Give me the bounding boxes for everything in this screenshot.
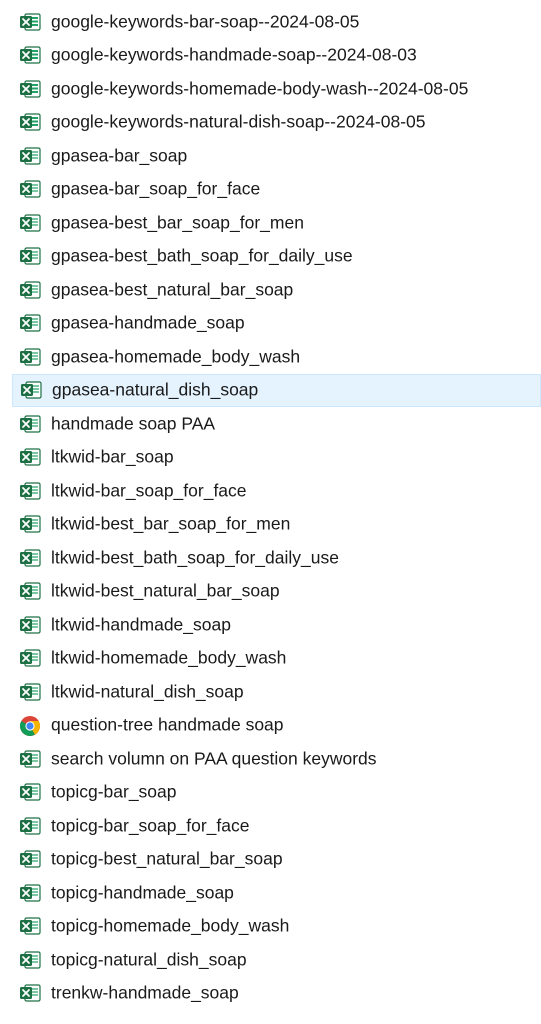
file-list-item[interactable]: ltkwid-bar_soap_for_face [12, 474, 541, 507]
excel-file-icon [19, 213, 41, 233]
file-name-label: trenkw-handmade_soap [51, 982, 239, 1003]
file-name-label: gpasea-natural_dish_soap [52, 379, 259, 400]
file-list-item[interactable]: topicg-bar_soap [12, 776, 541, 809]
file-name-label: gpasea-bar_soap [51, 145, 188, 165]
excel-file-icon [19, 313, 41, 333]
file-list-item[interactable]: gpasea-homemade_body_wash [12, 340, 541, 373]
excel-file-icon [19, 514, 41, 534]
file-name-label: topicg-bar_soap [51, 781, 177, 802]
file-name-label: gpasea-handmade_soap [51, 312, 245, 333]
excel-file-icon [19, 883, 41, 903]
file-list-item[interactable]: topicg-best_natural_bar_soap [12, 843, 541, 876]
excel-file-icon [19, 682, 41, 702]
excel-file-icon [19, 246, 41, 266]
file-list-item[interactable]: google-keywords-homemade-body-wash--2024… [12, 72, 541, 105]
file-name-label: topicg-best_natural_bar_soap [51, 848, 283, 869]
file-list-item[interactable]: ltkwid-natural_dish_soap [12, 675, 541, 708]
excel-file-icon [19, 816, 41, 836]
file-list-item[interactable]: trenkw-handmade_soap [12, 977, 541, 1010]
excel-file-icon [19, 280, 41, 300]
file-name-label: ltkwid-handmade_soap [51, 614, 231, 634]
file-list-item[interactable]: ltkwid-best_natural_bar_soap [12, 575, 541, 608]
file-list-item[interactable]: google-keywords-natural-dish-soap--2024-… [12, 106, 541, 139]
file-list-item[interactable]: ltkwid-bar_soap [12, 441, 541, 474]
file-list-item[interactable]: ltkwid-handmade_soap [12, 608, 541, 641]
file-list-item[interactable]: search volumn on PAA question keywords [12, 742, 541, 775]
file-list-item[interactable]: gpasea-handmade_soap [12, 307, 541, 340]
file-name-label: handmade soap PAA [51, 413, 216, 433]
excel-file-icon [19, 983, 41, 1003]
file-list: google-keywords-bar-soap--2024-08-05 goo… [0, 0, 541, 1024]
excel-file-icon [19, 782, 41, 802]
file-list-item[interactable]: google-keywords-handmade-soap--2024-08-0… [12, 39, 541, 72]
excel-csv-file-icon [19, 79, 41, 99]
file-name-label: ltkwid-best_bar_soap_for_men [51, 513, 291, 534]
excel-file-icon [19, 950, 41, 970]
excel-file-icon [19, 146, 41, 166]
file-list-item[interactable]: topicg-bar_soap_for_face [12, 809, 541, 842]
file-name-label: ltkwid-homemade_body_wash [51, 647, 287, 668]
file-list-item[interactable]: ltkwid-best_bar_soap_for_men [12, 508, 541, 541]
file-name-label: gpasea-homemade_body_wash [51, 346, 301, 366]
file-list-item[interactable]: gpasea-natural_dish_soap [12, 373, 541, 407]
file-list-item[interactable]: ltkwid-homemade_body_wash [12, 642, 541, 675]
excel-file-icon [19, 414, 41, 434]
excel-file-icon [19, 648, 41, 668]
file-name-label: google-keywords-natural-dish-soap--2024-… [51, 111, 426, 132]
file-name-label: google-keywords-handmade-soap--2024-08-0… [51, 44, 417, 65]
file-name-label: gpasea-best_bath_soap_for_daily_use [51, 245, 353, 266]
file-name-label: gpasea-best_bar_soap_for_men [51, 212, 304, 232]
file-name-label: google-keywords-homemade-body-wash--2024… [51, 78, 469, 98]
excel-csv-file-icon [19, 45, 41, 65]
excel-file-icon [19, 179, 41, 199]
file-list-item[interactable]: gpasea-bar_soap_for_face [12, 173, 541, 206]
file-name-label: topicg-bar_soap_for_face [51, 815, 250, 835]
file-name-label: gpasea-bar_soap_for_face [51, 178, 261, 199]
file-name-label: topicg-natural_dish_soap [51, 949, 247, 969]
file-list-item[interactable]: topicg-natural_dish_soap [12, 943, 541, 976]
file-name-label: ltkwid-bar_soap_for_face [51, 480, 247, 500]
excel-file-icon [19, 916, 41, 936]
excel-csv-file-icon [19, 12, 41, 32]
file-name-label: ltkwid-natural_dish_soap [51, 681, 244, 701]
file-list-item[interactable]: topicg-handmade_soap [12, 876, 541, 909]
file-name-label: search volumn on PAA question keywords [51, 748, 377, 768]
excel-file-icon [20, 380, 42, 400]
file-list-item[interactable]: google-keywords-bar-soap--2024-08-05 [12, 5, 541, 38]
file-name-label: google-keywords-bar-soap--2024-08-05 [51, 11, 360, 31]
file-list-item[interactable]: gpasea-best_bath_soap_for_daily_use [12, 240, 541, 273]
file-list-item[interactable]: handmade soap PAA [12, 407, 541, 440]
excel-file-icon [19, 849, 41, 869]
excel-file-icon [19, 615, 41, 635]
file-name-label: question-tree handmade soap [51, 714, 284, 735]
file-list-item[interactable]: gpasea-best_natural_bar_soap [12, 273, 541, 306]
excel-file-icon [19, 581, 41, 601]
file-name-label: topicg-handmade_soap [51, 882, 234, 902]
file-name-label: ltkwid-best_bath_soap_for_daily_use [51, 547, 339, 567]
file-list-item[interactable]: question-tree handmade soap [12, 709, 541, 742]
file-name-label: topicg-homemade_body_wash [51, 915, 290, 936]
file-list-item[interactable]: topicg-homemade_body_wash [12, 910, 541, 943]
excel-file-icon [19, 749, 41, 769]
file-list-item[interactable]: gpasea-bar_soap [12, 139, 541, 172]
file-list-item[interactable]: gpasea-best_bar_soap_for_men [12, 206, 541, 239]
excel-file-icon [19, 347, 41, 367]
excel-file-icon [19, 548, 41, 568]
chrome-icon [19, 715, 41, 736]
file-list-item[interactable]: ltkwid-best_bath_soap_for_daily_use [12, 541, 541, 574]
file-name-label: ltkwid-bar_soap [51, 446, 174, 467]
file-name-label: ltkwid-best_natural_bar_soap [51, 580, 280, 601]
excel-csv-file-icon [19, 112, 41, 132]
excel-file-icon [19, 447, 41, 467]
file-name-label: gpasea-best_natural_bar_soap [51, 279, 294, 299]
excel-file-icon [19, 481, 41, 501]
